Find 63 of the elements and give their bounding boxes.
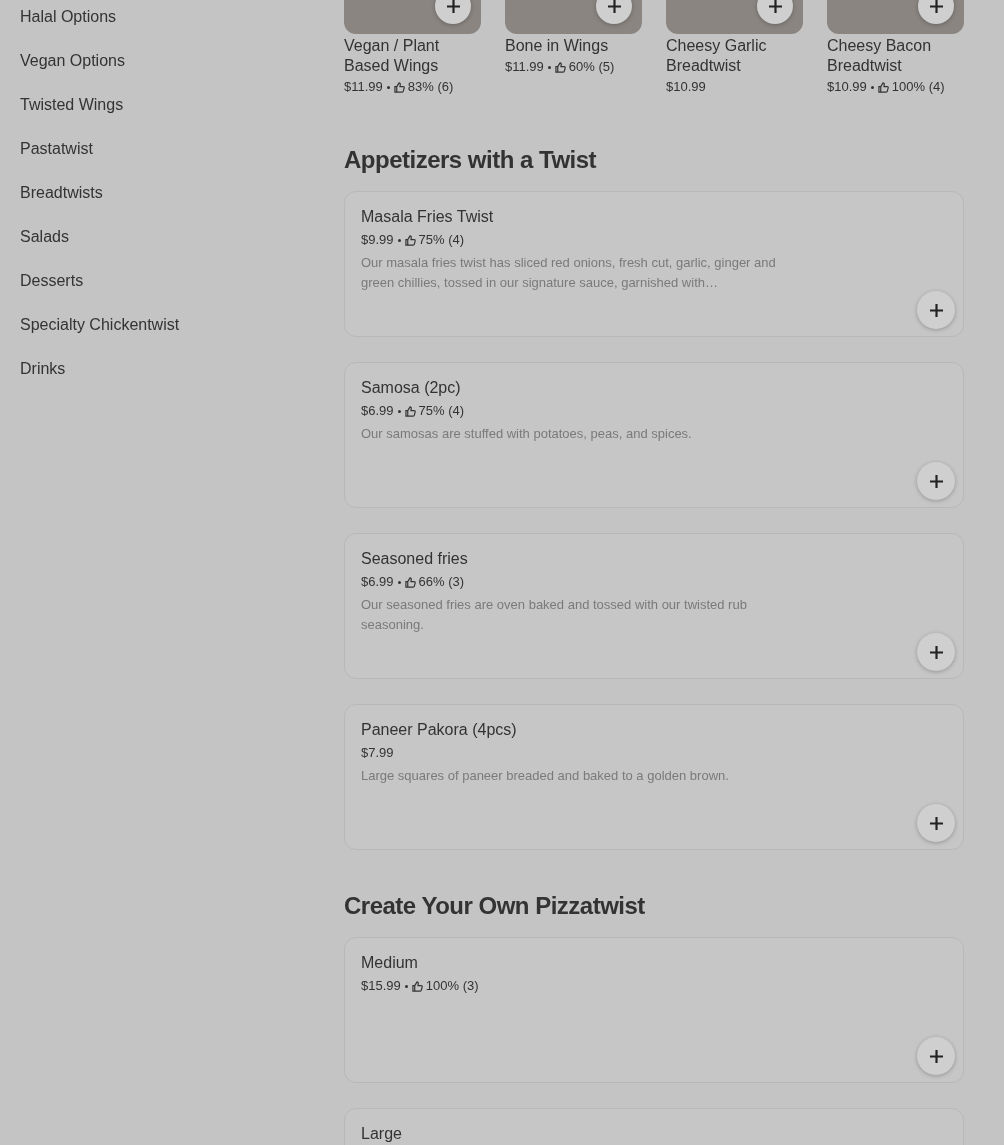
item-name: Large (361, 1124, 402, 1144)
thumbs-up-icon (877, 81, 889, 93)
item-description: Our seasoned fries are oven baked and tossed with our twisted rub seasoning. (361, 596, 748, 634)
item-name: Paneer Pakora (4pcs) (361, 720, 517, 740)
item-name: Cheesy Bacon Breadtwist (827, 36, 933, 76)
item-price: $11.99 (505, 58, 544, 76)
menu-item-card[interactable]: Large (344, 1108, 964, 1145)
category-link[interactable]: Salads (20, 226, 69, 248)
category-link[interactable]: Halal Options (20, 6, 117, 28)
item-rating: 75% (4) (418, 402, 465, 420)
item-price: $7.99 (361, 744, 394, 762)
menu-item-card[interactable]: Seasoned fries $6.99 66% (3) Our seasoned fries are oven baked and tossed with our twisted rub seasoning. (344, 533, 964, 679)
thumbs-up-icon (404, 576, 416, 588)
item-rating: 66% (3) (418, 573, 465, 591)
item-price: $11.99 (344, 78, 383, 96)
thumbs-up-icon (393, 81, 405, 93)
item-description: Our masala fries twist has sliced red onions, fresh cut, garlic, ginger and green chillies, tossed in our signature sauce, garnished with… (361, 254, 777, 292)
thumbs-up-icon (404, 405, 416, 417)
item-name: Vegan / Plant Based Wings (344, 36, 441, 76)
item-rating: 100% (3) (425, 977, 479, 995)
plus-icon (929, 474, 943, 488)
item-price: $15.99 (361, 977, 401, 995)
item-rating: 75% (4) (418, 231, 465, 249)
item-name: Seasoned fries (361, 549, 468, 569)
item-name: Medium (361, 953, 418, 973)
item-price: $10.99 (666, 78, 706, 96)
plus-icon (929, 645, 943, 659)
plus-icon (607, 0, 621, 13)
item-name: Masala Fries Twist (361, 207, 494, 227)
category-link[interactable]: Desserts (20, 270, 84, 292)
category-link[interactable]: Pastatwist (20, 138, 93, 160)
category-link[interactable]: Twisted Wings (20, 94, 124, 116)
thumbs-up-icon (554, 61, 566, 73)
item-price: $6.99 (361, 573, 394, 591)
plus-icon (446, 0, 460, 13)
item-rating: 60% (5) (568, 58, 615, 76)
plus-icon (929, 303, 943, 317)
item-description: Large squares of paneer breaded and baked to a golden brown. (361, 767, 730, 785)
item-price: $10.99 (827, 78, 867, 96)
item-rating: 83% (6) (407, 78, 454, 96)
category-link[interactable]: Breadtwists (20, 182, 103, 204)
menu-item-card[interactable]: Medium $15.99 100% (3) (344, 937, 964, 1083)
category-link[interactable]: Vegan Options (20, 50, 125, 72)
item-price: $9.99 (361, 231, 394, 249)
section-heading: Create Your Own Pizzatwist (344, 891, 646, 921)
item-price: $6.99 (361, 402, 394, 420)
plus-icon (768, 0, 782, 13)
item-description: Our samosas are stuffed with potatoes, peas, and spices. (361, 425, 693, 443)
category-link[interactable]: Specialty Chickentwist (20, 314, 180, 336)
plus-icon (929, 816, 943, 830)
item-name: Samosa (2pc) (361, 378, 461, 398)
section-heading: Appetizers with a Twist (344, 145, 598, 175)
category-link[interactable]: Drinks (20, 358, 66, 380)
thumbs-up-icon (411, 980, 423, 992)
thumbs-up-icon (404, 234, 416, 246)
plus-icon (929, 1049, 943, 1063)
menu-item-card[interactable]: Paneer Pakora (4pcs) $7.99 Large squares of paneer breaded and baked to a golden brown. (344, 704, 964, 850)
item-name: Bone in Wings (505, 36, 610, 56)
item-rating: 100% (4) (891, 78, 945, 96)
menu-item-card[interactable]: Masala Fries Twist $9.99 75% (4) Our masala fries twist has sliced red onions, fresh cut, garlic, ginger and green chillies, tossed in our signature sauce, garnished with… (344, 191, 964, 337)
item-name: Cheesy Garlic Breadtwist (666, 36, 768, 76)
plus-icon (929, 0, 943, 13)
menu-item-card[interactable]: Samosa (2pc) $6.99 75% (4) Our samosas are stuffed with potatoes, peas, and spices. (344, 362, 964, 508)
